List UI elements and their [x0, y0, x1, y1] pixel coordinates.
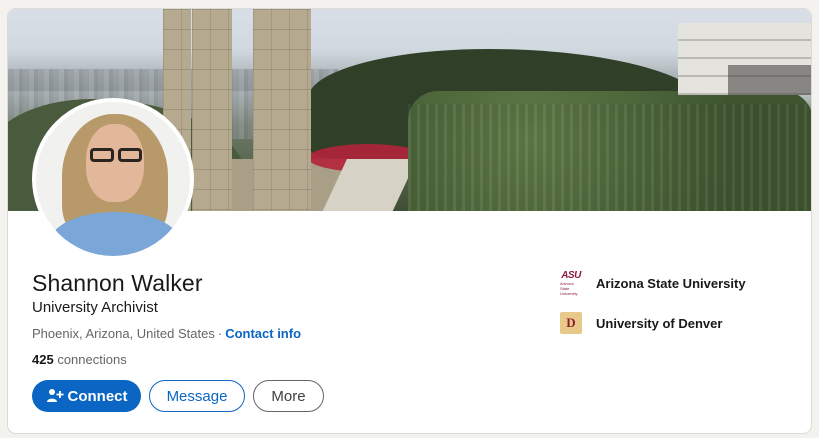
du-logo-icon: D	[560, 312, 582, 334]
connections-number: 425	[32, 352, 54, 367]
education-name: Arizona State University	[596, 275, 746, 291]
connections-count[interactable]: 425 connections	[32, 352, 127, 367]
education-item-du[interactable]: D University of Denver	[560, 312, 722, 334]
profile-card: Shannon Walker University Archivist Phoe…	[7, 8, 812, 434]
connect-label: Connect	[67, 387, 128, 405]
add-person-icon	[46, 389, 63, 402]
profile-headline: University Archivist	[32, 299, 158, 316]
du-logo-mark: D	[566, 315, 576, 330]
profile-photo[interactable]	[32, 98, 194, 260]
contact-info-link[interactable]: Contact info	[225, 326, 301, 341]
banner-pillar	[192, 9, 232, 211]
education-item-asu[interactable]: ASU Arizona State University Arizona Sta…	[560, 269, 746, 296]
avatar-glasses	[90, 148, 114, 162]
banner-building-shadow	[728, 65, 811, 95]
avatar-face	[86, 124, 144, 202]
avatar-glasses	[118, 148, 142, 162]
profile-name: Shannon Walker	[32, 270, 203, 296]
banner-hedge-texture	[408, 104, 811, 211]
connect-button[interactable]: Connect	[32, 380, 141, 412]
asu-logo-mark: ASU	[561, 269, 581, 281]
message-button[interactable]: Message	[149, 380, 245, 412]
asu-logo-subtext: Arizona State University	[560, 280, 578, 296]
more-button[interactable]: More	[253, 380, 324, 412]
connections-label: connections	[57, 352, 127, 367]
profile-location: Phoenix, Arizona, United States	[32, 326, 215, 341]
separator-dot: ·	[217, 326, 223, 341]
location-row: Phoenix, Arizona, United States · Contact …	[32, 326, 301, 341]
banner-pillar	[253, 9, 311, 211]
education-name: University of Denver	[596, 315, 723, 331]
asu-logo-icon: ASU Arizona State University	[560, 269, 582, 296]
